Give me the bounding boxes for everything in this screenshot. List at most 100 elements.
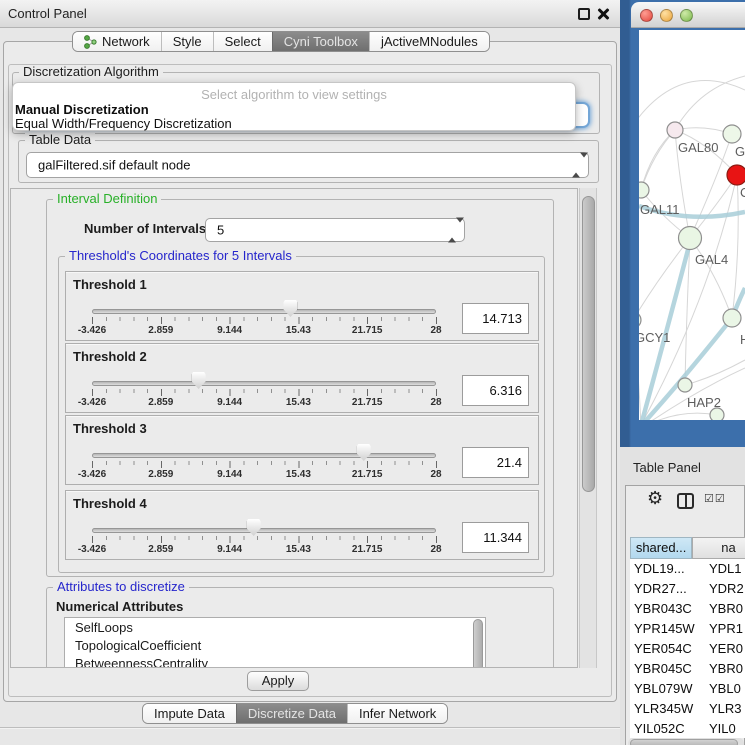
panel-title: Control Panel	[8, 6, 87, 21]
tab-select[interactable]: Select	[213, 32, 272, 51]
select-columns-checkbox-icons[interactable]: ☑☑	[704, 492, 726, 505]
numerical-attributes-label: Numerical Attributes	[56, 599, 183, 614]
tab-infer-network[interactable]: Infer Network	[347, 704, 447, 723]
tab-style[interactable]: Style	[161, 32, 213, 51]
slider-thumb[interactable]	[247, 519, 261, 536]
table-row[interactable]: YDL19...YDL1	[630, 559, 745, 579]
threshold-4-panel: Threshold 4 -3.426 2.859 9.144 15.43 21.…	[65, 490, 539, 560]
svg-text:GAL4: GAL4	[695, 252, 728, 267]
table-panel-body: ⚙ ☑☑ shared... na YDL19...YDL1 YDR27...Y…	[625, 485, 745, 745]
svg-text:GAL80: GAL80	[678, 140, 718, 155]
tab-network[interactable]: Network	[73, 32, 161, 51]
tab-discretize-data[interactable]: Discretize Data	[236, 704, 347, 723]
table-row[interactable]: YBR045CYBR0	[630, 659, 745, 679]
svg-text:GAL11: GAL11	[640, 202, 680, 217]
list-item[interactable]: TopologicalCoefficient	[65, 636, 485, 654]
control-panel-tabs: Network Style Select Cyni Toolbox jActiv…	[72, 31, 490, 52]
threshold-4-value-field[interactable]: 11.344	[462, 522, 529, 553]
table-horizontal-scrollbar[interactable]	[628, 738, 744, 745]
tab-network-label: Network	[102, 34, 150, 49]
network-window-titlebar[interactable]	[631, 2, 745, 28]
bottom-divider	[0, 727, 620, 729]
slider-thumb[interactable]	[192, 372, 206, 389]
option-equal-width-frequency[interactable]: Equal Width/Frequency Discretization	[15, 116, 232, 131]
network-canvas[interactable]: GAL80 GA C GAL11 GAL4 GCY1 H HAP2	[639, 30, 745, 420]
table-panel-title: Table Panel	[633, 460, 701, 475]
table-row[interactable]: YER054CYER0	[630, 639, 745, 659]
table-row[interactable]: YBL079WYBL0	[630, 679, 745, 699]
list-item[interactable]: SelfLoops	[65, 618, 485, 636]
table-row[interactable]: YDR27...YDR2	[630, 579, 745, 599]
node-hap2	[678, 378, 692, 392]
float-window-icon[interactable]	[578, 8, 590, 20]
gear-icon[interactable]: ⚙	[647, 488, 663, 509]
table-data-group: Table Data galFiltered.sif default node	[18, 140, 599, 183]
apply-button[interactable]: Apply	[247, 671, 309, 691]
table-data-label: Table Data	[25, 133, 95, 147]
dropdown-placeholder: Select algorithm to view settings	[13, 87, 575, 102]
slider-thumb[interactable]	[357, 444, 371, 461]
network-icon	[84, 35, 97, 49]
list-scrollbar[interactable]	[472, 619, 484, 668]
slider-track[interactable]	[92, 309, 436, 314]
node-gcy1	[639, 312, 641, 328]
numerical-attributes-list[interactable]: SelfLoops TopologicalCoefficient Between…	[64, 617, 486, 668]
node-gal80	[667, 122, 683, 138]
combo-spinner-icon	[572, 158, 580, 173]
interval-definition-group: Interval Definition Number of Intervals …	[46, 199, 554, 577]
tab-cyni-toolbox[interactable]: Cyni Toolbox	[272, 32, 369, 51]
table-row[interactable]: YLR345WYLR3	[630, 699, 745, 719]
node-gal4	[679, 227, 702, 250]
threshold-1-value-field[interactable]: 14.713	[462, 303, 529, 334]
table-rows: YDL19...YDL1 YDR27...YDR2 YBR043CYBR0 YP…	[630, 559, 745, 738]
threshold-4-slider[interactable]: -3.426 2.859 9.144 15.43 21.715 28	[92, 491, 436, 561]
settings-vertical-scrollbar[interactable]	[579, 188, 597, 668]
threshold-3-value-field[interactable]: 21.4	[462, 447, 529, 478]
column-header-name[interactable]: na	[692, 537, 745, 559]
svg-text:GA: GA	[735, 144, 745, 159]
node-gal11	[639, 182, 649, 198]
threshold-2-slider[interactable]: -3.426 2.859 9.144 15.43 21.715 28	[92, 344, 436, 414]
scrollbar-thumb[interactable]	[630, 739, 738, 745]
columns-icon[interactable]	[677, 493, 694, 509]
interval-definition-label: Interval Definition	[53, 192, 161, 206]
tab-jactivemnodules[interactable]: jActiveMNodules	[369, 32, 489, 51]
attributes-group: Attributes to discretize Numerical Attri…	[46, 587, 554, 668]
table-row[interactable]: YIL052CYIL0	[630, 719, 745, 738]
attributes-group-label: Attributes to discretize	[53, 580, 189, 594]
table-row[interactable]: YBR043CYBR0	[630, 599, 745, 619]
right-section: GAL80 GA C GAL11 GAL4 GCY1 H HAP2 Table …	[620, 0, 745, 745]
close-traffic-light-icon[interactable]	[640, 9, 653, 22]
control-panel-titlebar: Control Panel	[0, 0, 620, 28]
option-manual-discretization[interactable]: Manual Discretization	[15, 102, 149, 117]
close-icon[interactable]	[597, 8, 609, 20]
zoom-traffic-light-icon[interactable]	[680, 9, 693, 22]
discretization-algorithm-label: Discretization Algorithm	[19, 65, 163, 79]
settings-scroll-viewport: Interval Definition Number of Intervals …	[10, 188, 578, 668]
slider-thumb[interactable]	[283, 300, 297, 317]
number-of-intervals-combobox[interactable]: 5	[205, 218, 465, 242]
threshold-3-panel: Threshold 3 -3.426 2.859 9.144 15.43 21.…	[65, 415, 539, 485]
minimize-traffic-light-icon[interactable]	[660, 9, 673, 22]
slider-track[interactable]	[92, 381, 436, 386]
svg-text:HAP2: HAP2	[687, 395, 721, 410]
scrollbar-thumb[interactable]	[582, 196, 595, 492]
slider-track[interactable]	[92, 453, 436, 458]
column-header-shared-name[interactable]: shared...	[630, 537, 692, 559]
table-row[interactable]: YPR145WYPR1	[630, 619, 745, 639]
node-partial-top-right	[723, 125, 741, 143]
thresholds-group: Threshold's Coordinates for 5 Intervals …	[58, 256, 545, 573]
node-red-selected	[727, 165, 745, 185]
threshold-3-slider[interactable]: -3.426 2.859 9.144 15.43 21.715 28	[92, 416, 436, 486]
table-data-selected-value: galFiltered.sif default node	[38, 158, 190, 173]
threshold-1-slider[interactable]: -3.426 2.859 9.144 15.43 21.715 28	[92, 272, 436, 342]
tab-impute-data[interactable]: Impute Data	[143, 704, 236, 723]
threshold-2-value-field[interactable]: 6.316	[462, 375, 529, 406]
threshold-1-panel: Threshold 1 -3.426 2.859 9.144 15.43 21.…	[65, 271, 539, 341]
slider-track[interactable]	[92, 528, 436, 533]
table-data-combobox[interactable]: galFiltered.sif default node	[26, 152, 589, 178]
node-partial-right	[723, 309, 741, 327]
number-of-intervals-value: 5	[217, 223, 224, 238]
table-panel-titlebar: Table Panel	[620, 447, 745, 485]
list-item[interactable]: BetweennessCentrality	[65, 654, 485, 668]
